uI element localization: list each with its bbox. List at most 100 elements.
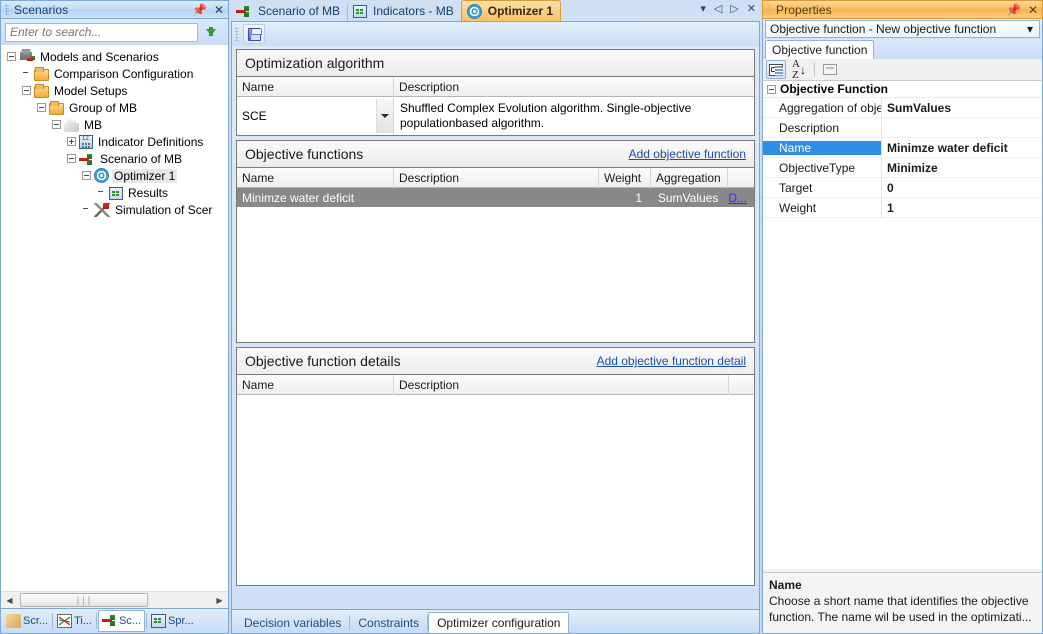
tree-item-label: Indicator Definitions [98, 134, 204, 149]
collapse-icon[interactable] [67, 154, 76, 163]
scroll-left-arrow-icon[interactable]: ◀ [1, 592, 18, 608]
collapse-icon[interactable] [82, 171, 91, 180]
tree-item-models-and-scenarios[interactable]: Models and Scenarios [1, 48, 228, 65]
tree-item-label: Models and Scenarios [40, 49, 159, 64]
close-icon[interactable]: ✕ [747, 2, 756, 15]
tree-item-group-of-mb[interactable]: Group of MB [1, 99, 228, 116]
collapse-icon[interactable] [22, 86, 31, 95]
document-tab-scenario-of-mb[interactable]: Scenario of MB [231, 0, 347, 21]
document-tab-indicators-mb[interactable]: Indicators - MB [348, 0, 461, 21]
left-dock-tab-0[interactable]: Scr... [3, 610, 51, 632]
save-button[interactable] [243, 24, 265, 44]
left-dock-tab-2[interactable]: Sc... [98, 610, 146, 632]
combo-caret-down-icon[interactable] [376, 99, 393, 133]
properties-object-selector[interactable]: Objective function - New objective funct… [765, 20, 1040, 38]
objective-function-row[interactable]: Minimze water deficit 1 SumValues D... [237, 188, 754, 207]
tree-item-simulation-of-scer[interactable]: Simulation of Scer [1, 201, 228, 218]
property-value[interactable]: 0 [881, 177, 1042, 198]
document-toolbar [231, 22, 760, 46]
bottom-tab-constraints[interactable]: Constraints [350, 612, 427, 633]
algorithm-description: Shuffled Complex Evolution algorithm. Si… [400, 101, 692, 130]
left-dock-tab-3[interactable]: Spr... [148, 610, 197, 632]
scrollbar-thumb[interactable]: │││ [20, 593, 148, 607]
add-objective-function-detail-link[interactable]: Add objective function detail [597, 354, 746, 368]
cell-name: Minimze water deficit [242, 190, 355, 205]
next-triangle-icon[interactable]: ▷ [730, 2, 738, 15]
tree-item-optimizer-1[interactable]: Optimizer 1 [1, 167, 228, 184]
search-go-button[interactable] [198, 26, 224, 36]
property-row-target[interactable]: Target 0 [763, 177, 1042, 198]
algorithm-row[interactable]: SCE Shuffled Complex Evolution algorithm… [237, 97, 754, 135]
collapse-icon[interactable] [52, 120, 61, 129]
property-group-header[interactable]: Objective Function [763, 81, 1042, 98]
property-name: Name [763, 140, 881, 155]
cell-aggregation: SumValues [657, 190, 719, 205]
tree-item-results[interactable]: Results [1, 184, 228, 201]
tab-objective-function[interactable]: Objective function [765, 40, 875, 59]
alphabetical-button[interactable]: A Z ↓ [789, 58, 809, 80]
property-row-objectivetype[interactable]: ObjectiveType Minimize [763, 157, 1042, 178]
close-icon[interactable]: ✕ [214, 4, 224, 16]
property-pages-button[interactable] [820, 60, 840, 79]
left-dock-tab-label: Spr... [168, 615, 194, 627]
properties-tabstrip: Objective function [762, 39, 1043, 59]
properties-panel-title: Properties [776, 2, 832, 17]
scroll-right-arrow-icon[interactable]: ▶ [211, 592, 228, 608]
property-row-weight[interactable]: Weight 1 [763, 197, 1042, 218]
search-input[interactable] [5, 22, 198, 42]
tree-item-scenario-of-mb[interactable]: Scenario of MB [1, 150, 228, 167]
bottom-tab-decision-variables[interactable]: Decision variables [236, 612, 349, 633]
document-tab-label: Indicators - MB [373, 3, 454, 18]
cell-action-link[interactable]: D... [723, 189, 754, 207]
property-value[interactable]: Minimize [881, 157, 1042, 178]
property-value[interactable]: 1 [881, 197, 1042, 218]
close-icon[interactable]: ✕ [1028, 4, 1038, 16]
document-area: Scenario of MB Indicators - MB Optimizer 1… [231, 0, 760, 634]
expand-icon[interactable] [67, 137, 76, 146]
scenarios-panel: Scenarios 📌 ✕ Models and Scenarios Compar… [0, 0, 229, 609]
categorized-button[interactable] [766, 60, 786, 79]
property-value[interactable]: SumValues [881, 97, 1042, 118]
collapse-icon[interactable] [37, 103, 46, 112]
scenarios-panel-titlebar: Scenarios 📌 ✕ [0, 0, 229, 19]
left-dock-tab-label: Sc... [119, 615, 142, 627]
property-row-aggregation-of-obje[interactable]: Aggregation of obje SumValues [763, 97, 1042, 118]
pin-icon[interactable]: 📌 [192, 4, 207, 16]
algorithm-name-combo[interactable]: SCE [237, 97, 394, 135]
property-value[interactable] [881, 117, 1042, 138]
property-row-name[interactable]: Name Minimze water deficit [763, 137, 1042, 158]
scenarios-tree[interactable]: Models and Scenarios Comparison Configura… [0, 45, 229, 609]
properties-grid[interactable]: Objective Function Aggregation of obje Su… [762, 81, 1043, 569]
spreadsheet-icon [151, 614, 167, 628]
add-objective-function-link[interactable]: Add objective function [629, 147, 746, 161]
tree-item-label: Comparison Configuration [54, 66, 194, 81]
left-dock-tab-label: Scr... [23, 615, 49, 627]
property-group-label: Objective Function [780, 82, 889, 96]
chevron-down-icon[interactable]: ▾ [1027, 22, 1033, 36]
tab-separator [52, 613, 54, 629]
chevron-down-icon[interactable]: ▾ [700, 2, 706, 15]
property-name: Weight [779, 200, 817, 215]
property-value[interactable]: Minimze water deficit [881, 137, 1042, 158]
save-icon [247, 27, 262, 41]
tree-item-indicator-definitions[interactable]: Indicator Definitions [1, 133, 228, 150]
scenarios-search-row [0, 19, 229, 45]
tree-item-model-setups[interactable]: Model Setups [1, 82, 228, 99]
left-dock-tab-1[interactable]: Ti... [54, 610, 95, 632]
tree-item-label: Model Setups [54, 83, 128, 98]
pin-icon[interactable]: 📌 [1006, 4, 1021, 16]
property-name: ObjectiveType [779, 160, 856, 175]
tree-item-comparison-configuration[interactable]: Comparison Configuration [1, 65, 228, 82]
section-title: Objective function details [245, 353, 401, 369]
details-list[interactable] [237, 395, 754, 585]
document-tab-optimizer-1[interactable]: Optimizer 1 [460, 0, 562, 21]
tree-horizontal-scrollbar[interactable]: ◀ │││ ▶ [1, 591, 228, 608]
property-row-description[interactable]: Description [763, 117, 1042, 138]
bottom-tab-optimizer-configuration[interactable]: Optimizer configuration [428, 612, 570, 633]
collapse-icon[interactable] [7, 52, 16, 61]
tree-item-mb[interactable]: MB [1, 116, 228, 133]
prev-triangle-icon[interactable]: ◁ [714, 2, 722, 15]
collapse-icon[interactable] [767, 84, 776, 94]
tree-item-label: Results [128, 185, 169, 200]
objective-functions-list[interactable]: Minimze water deficit 1 SumValues D... [237, 188, 754, 342]
